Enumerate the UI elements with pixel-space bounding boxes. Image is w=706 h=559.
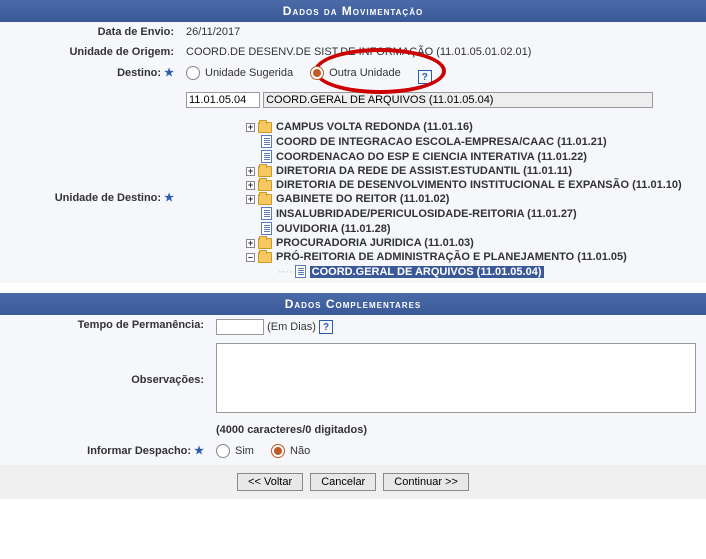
radio-label: Unidade Sugerida [205, 67, 293, 79]
expand-icon[interactable]: + [246, 181, 255, 190]
codigo-unidade-input[interactable] [186, 92, 260, 108]
required-marker: ★ [164, 67, 174, 79]
tree-label: OUVIDORIA (11.01.28) [276, 223, 391, 235]
tree-node-selected[interactable]: ···· COORD.GERAL DE ARQUIVOS (11.01.05.04… [278, 264, 700, 279]
expand-icon[interactable]: + [246, 123, 255, 132]
expand-icon[interactable]: + [246, 167, 255, 176]
tree-node[interactable]: + GABINETE DO REITOR (11.01.02) [246, 192, 700, 206]
value-data-envio: 26/11/2017 [180, 22, 706, 42]
tree-label: GABINETE DO REITOR (11.01.02) [276, 193, 449, 205]
tree-node[interactable]: + CAMPUS VOLTA REDONDA (11.01.16) [246, 120, 700, 134]
voltar-button[interactable]: << Voltar [237, 473, 303, 491]
tree-label: DIRETORIA DE DESENVOLVIMENTO INSTITUCION… [276, 179, 682, 191]
tree-label: DIRETORIA DA REDE DE ASSIST.ESTUDANTIL (… [276, 165, 572, 177]
label-destino: Destino: [117, 67, 161, 79]
radio-label: Sim [235, 445, 254, 457]
tree-node[interactable]: OUVIDORIA (11.01.28) [246, 221, 700, 236]
expand-icon[interactable]: + [246, 239, 255, 248]
label-observacoes: Observações: [0, 339, 210, 420]
radio-unidade-sugerida[interactable]: Unidade Sugerida [186, 66, 293, 80]
radio-nao[interactable]: Não [271, 444, 310, 458]
value-unidade-origem: COORD.DE DESENV.DE SIST.DE INFORMAÇÃO (1… [180, 42, 706, 62]
char-count: (4000 caracteres/0 digitados) [210, 420, 706, 440]
expand-icon[interactable]: + [246, 195, 255, 204]
tree-label: CAMPUS VOLTA REDONDA (11.01.16) [276, 121, 473, 133]
section-header-complementares: Dados Complementares [0, 293, 706, 315]
label-data-envio: Data de Envio: [0, 22, 180, 42]
section-header-movimentacao: Dados da Movimentação [0, 0, 706, 22]
continuar-button[interactable]: Continuar >> [383, 473, 469, 491]
help-icon[interactable]: ? [418, 70, 432, 84]
tree-label: PROCURADORIA JURIDICA (11.01.03) [276, 237, 474, 249]
tree-label: COORD.GERAL DE ARQUIVOS (11.01.05.04) [310, 266, 544, 278]
observacoes-textarea[interactable] [216, 343, 696, 413]
tree-node[interactable]: + DIRETORIA DE DESENVOLVIMENTO INSTITUCIO… [246, 178, 700, 192]
tree-node[interactable]: COORD DE INTEGRACAO ESCOLA-EMPRESA/CAAC … [246, 134, 700, 149]
label-unidade-destino: Unidade de Destino: [55, 192, 161, 204]
folder-icon [258, 252, 272, 263]
radio-label: Outra Unidade [329, 67, 401, 79]
radio-outra-unidade[interactable]: Outra Unidade [310, 66, 401, 80]
unidade-tree[interactable]: + CAMPUS VOLTA REDONDA (11.01.16) COORD D… [246, 120, 700, 279]
folder-icon [258, 166, 272, 177]
page-icon [261, 150, 272, 163]
tree-connector: ···· [278, 266, 293, 278]
tree-label: PRÓ-REITORIA DE ADMINISTRAÇÃO E PLANEJAM… [276, 251, 627, 263]
label-informar-despacho: Informar Despacho: [87, 445, 191, 457]
required-marker: ★ [164, 192, 174, 204]
radio-icon [271, 444, 285, 458]
radio-label: Não [290, 445, 310, 457]
page-icon [261, 207, 272, 220]
tree-label: COORDENACAO DO ESP E CIENCIA INTERATIVA … [276, 151, 587, 163]
page-icon [261, 222, 272, 235]
tree-node[interactable]: + DIRETORIA DA REDE DE ASSIST.ESTUDANTIL … [246, 164, 700, 178]
radio-icon [186, 66, 200, 80]
label-tempo-permanencia: Tempo de Permanência: [0, 315, 210, 339]
tree-node[interactable]: INSALUBRIDADE/PERICULOSIDADE-REITORIA (1… [246, 206, 700, 221]
tree-node[interactable]: + PROCURADORIA JURIDICA (11.01.03) [246, 236, 700, 250]
button-row: << Voltar Cancelar Continuar >> [0, 465, 706, 499]
em-dias-text: (Em Dias) [267, 321, 316, 333]
page-icon [261, 135, 272, 148]
tree-label: COORD DE INTEGRACAO ESCOLA-EMPRESA/CAAC … [276, 136, 607, 148]
tree-label: INSALUBRIDADE/PERICULOSIDADE-REITORIA (1… [276, 208, 577, 220]
radio-sim[interactable]: Sim [216, 444, 254, 458]
required-marker: ★ [194, 445, 204, 457]
tempo-permanencia-input[interactable] [216, 319, 264, 335]
label-unidade-origem: Unidade de Origem: [0, 42, 180, 62]
folder-icon [258, 180, 272, 191]
cancelar-button[interactable]: Cancelar [310, 473, 376, 491]
folder-icon [258, 238, 272, 249]
tree-node[interactable]: – PRÓ-REITORIA DE ADMINISTRAÇÃO E PLANEJA… [246, 250, 700, 264]
page-icon [295, 265, 306, 278]
nome-unidade-input [263, 92, 653, 108]
folder-icon [258, 194, 272, 205]
collapse-icon[interactable]: – [246, 253, 255, 262]
tree-node[interactable]: COORDENACAO DO ESP E CIENCIA INTERATIVA … [246, 149, 700, 164]
help-icon[interactable]: ? [319, 320, 333, 334]
radio-icon [216, 444, 230, 458]
folder-icon [258, 122, 272, 133]
radio-icon [310, 66, 324, 80]
